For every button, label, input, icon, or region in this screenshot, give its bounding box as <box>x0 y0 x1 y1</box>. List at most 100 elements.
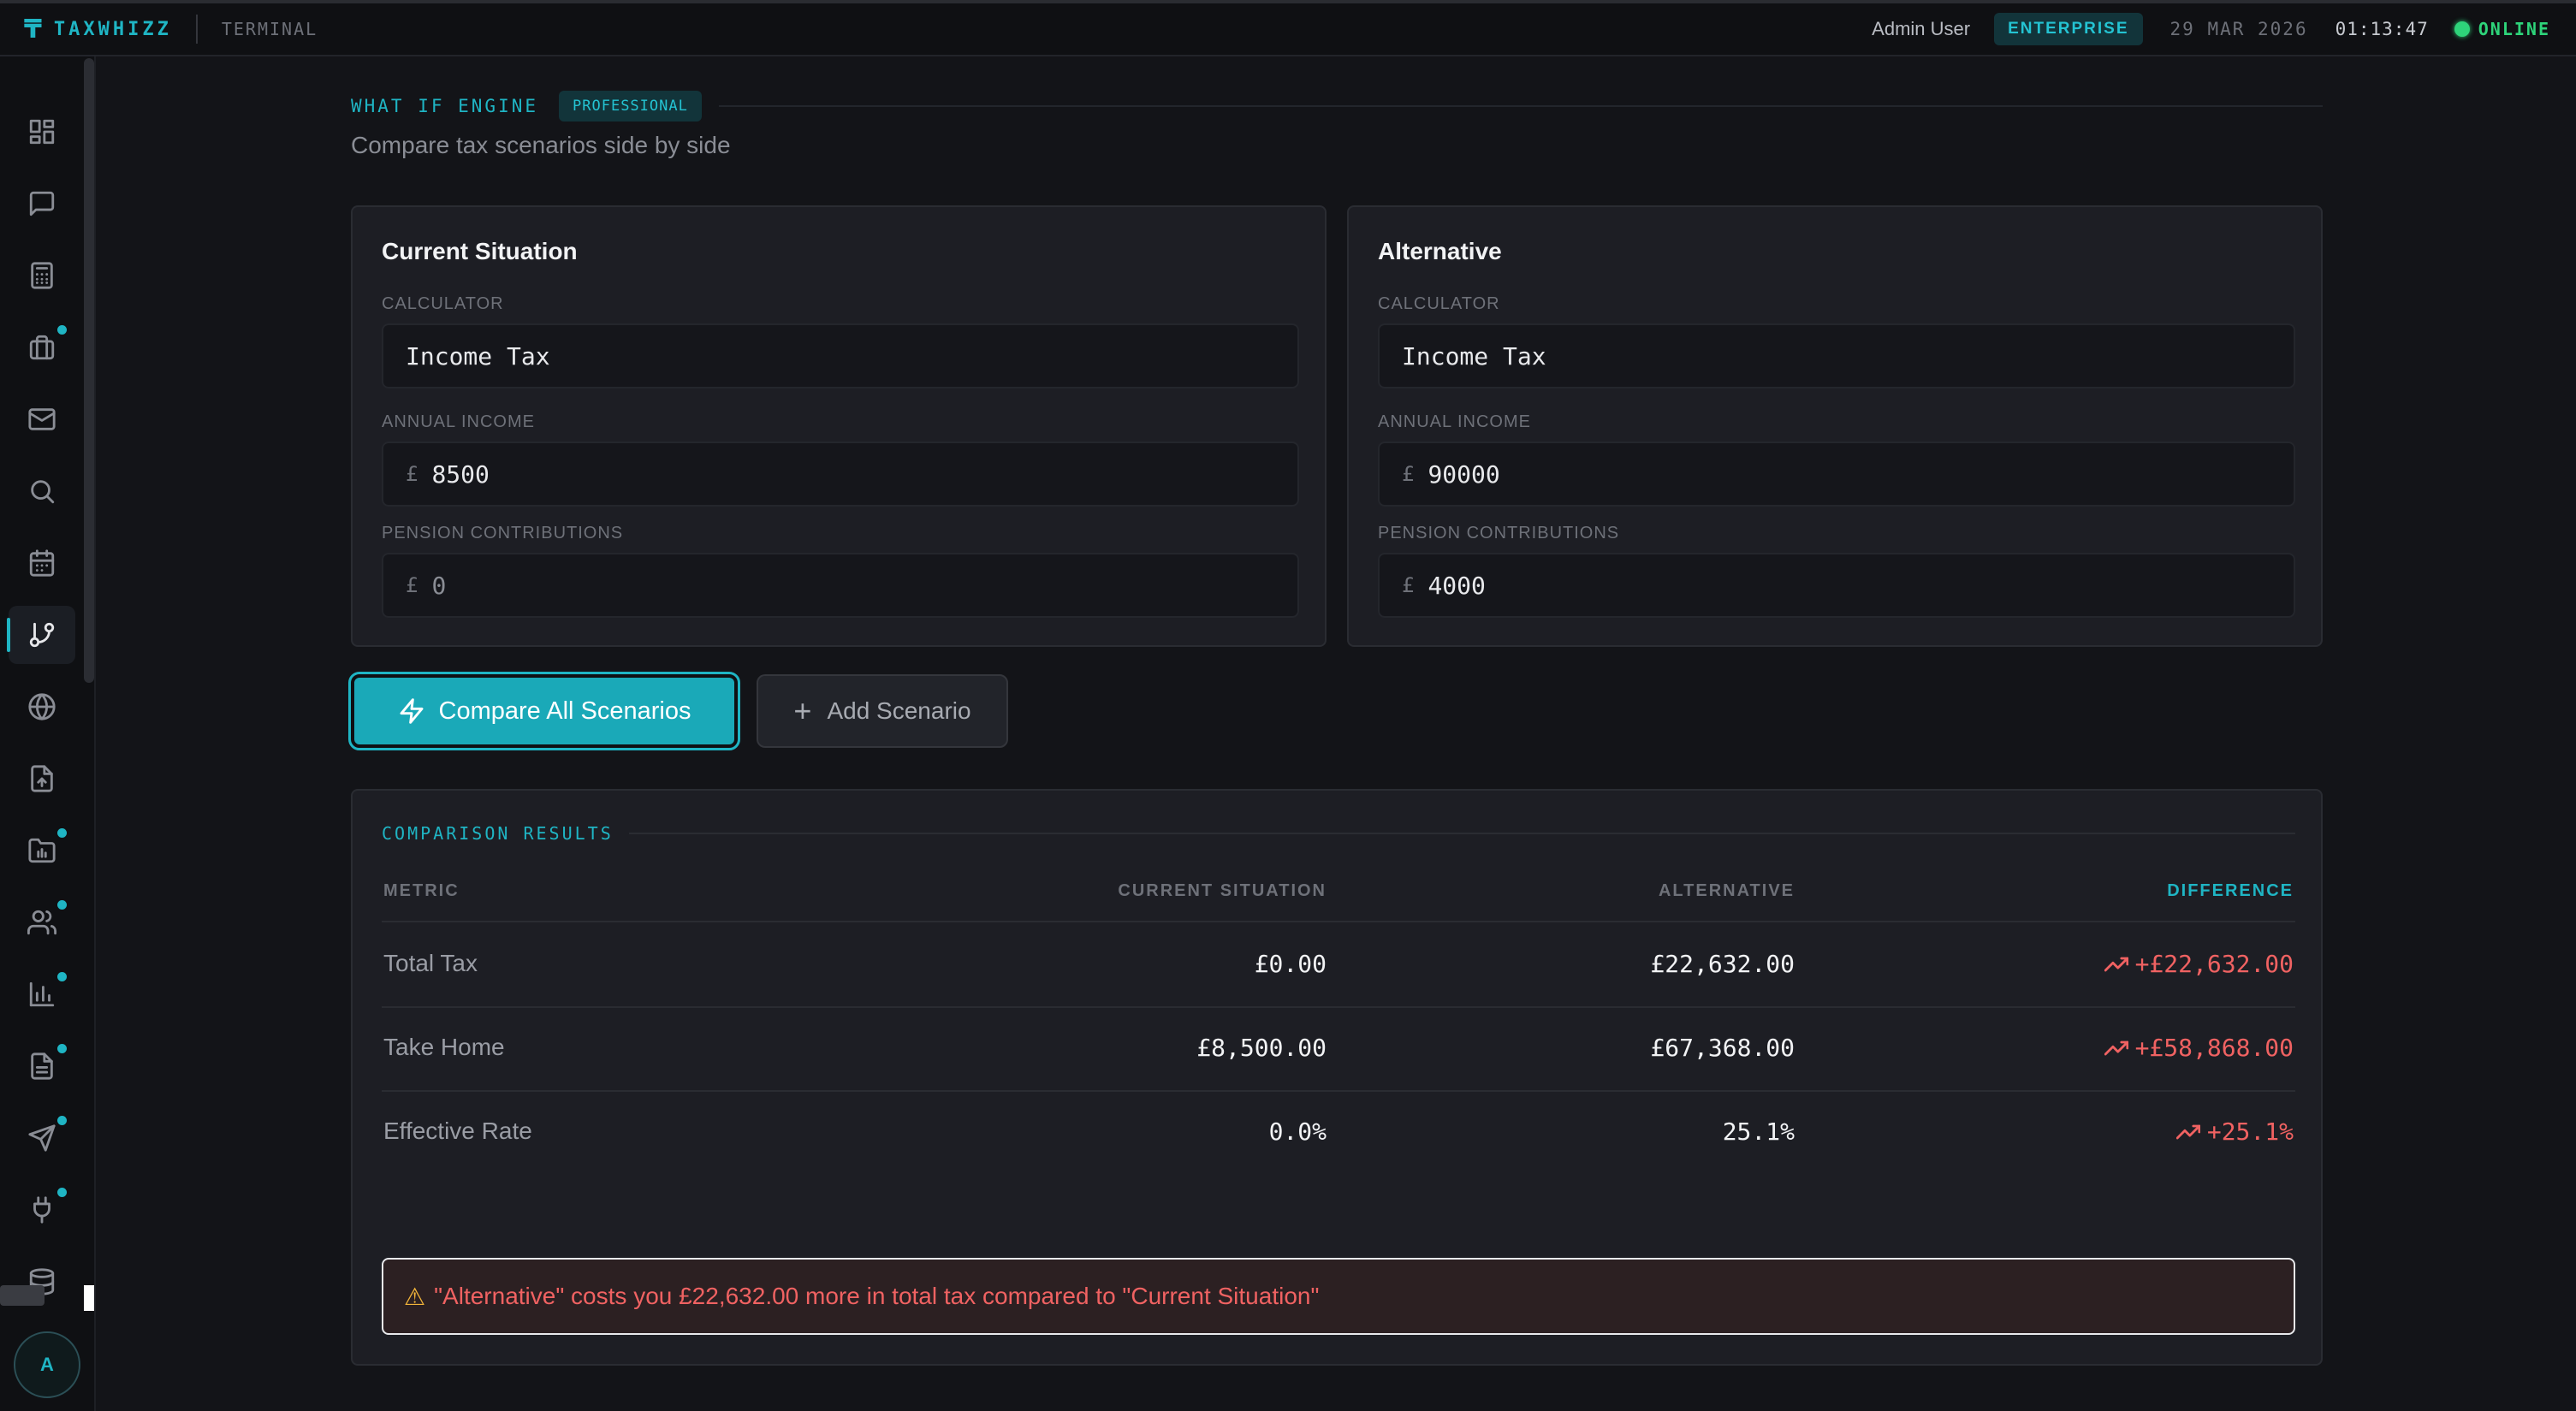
warning-icon: ⚠ <box>404 1283 426 1310</box>
sidebar-item-mail[interactable] <box>9 390 75 448</box>
add-scenario-button[interactable]: + Add Scenario <box>757 674 1008 748</box>
calculator-label: CALCULATOR <box>382 294 504 313</box>
sidebar-item-upload[interactable] <box>9 750 75 808</box>
sidebar-item-folder[interactable] <box>9 821 75 880</box>
sidebar-item-reports[interactable] <box>9 965 75 1023</box>
git-branch-icon <box>29 622 55 648</box>
sidebar-item-calculator[interactable] <box>9 246 75 305</box>
brand-name: TAXWHIZZ <box>53 18 172 40</box>
search-icon <box>31 480 55 504</box>
briefcase-icon <box>29 335 55 360</box>
calendar-icon <box>29 549 55 577</box>
currency-symbol: £ <box>1402 462 1415 486</box>
trending-up-icon <box>2104 957 2128 971</box>
results-table-header: METRIC CURRENT SITUATION ALTERNATIVE DIF… <box>382 874 2295 922</box>
scenario-card-alternative: Alternative CALCULATOR Income Tax ANNUAL… <box>1347 205 2323 647</box>
mail-icon <box>28 408 56 430</box>
metric-cell: Effective Rate <box>383 1118 532 1144</box>
notification-dot <box>57 325 67 335</box>
results-divider <box>628 833 2295 834</box>
page-subtitle: Compare tax scenarios side by side <box>351 132 731 158</box>
current-cell: £8,500.00 <box>1196 1034 1327 1062</box>
sidebar-item-globe[interactable] <box>9 678 75 736</box>
column-header-metric: METRIC <box>383 881 460 900</box>
document-icon <box>31 1052 53 1080</box>
brand-subtitle: TERMINAL <box>221 19 318 39</box>
send-icon <box>28 1124 56 1152</box>
annual-income-input[interactable]: £ 8500 <box>382 442 1299 507</box>
plus-icon: + <box>793 693 812 728</box>
difference-value: +£22,632.00 <box>2134 950 2294 978</box>
current-cell: £0.00 <box>1254 950 1327 978</box>
difference-cell: +£22,632.00 <box>2104 950 2294 978</box>
page-header: WHAT IF ENGINE PROFESSIONAL <box>351 87 2323 125</box>
metric-cell: Total Tax <box>383 950 478 976</box>
avatar[interactable]: A <box>14 1331 80 1398</box>
sidebar-item-dashboard[interactable] <box>9 103 75 161</box>
column-header-alternative: ALTERNATIVE <box>1658 881 1795 900</box>
pension-value: 0 <box>431 571 447 600</box>
calculator-select[interactable]: Income Tax <box>382 323 1299 388</box>
scenario-card-current: Current Situation CALCULATOR Income Tax … <box>351 205 1327 647</box>
table-row: Total Tax £0.00 £22,632.00 +£22,632.00 <box>382 924 2295 1008</box>
bar-chart-icon <box>29 981 55 1007</box>
difference-cell: +25.1% <box>2175 1118 2294 1146</box>
sidebar-horizontal-scrollbar[interactable] <box>0 1285 45 1306</box>
scenario-title[interactable]: Alternative <box>1378 238 1502 265</box>
trending-up-icon <box>2104 1040 2128 1055</box>
scenario-title[interactable]: Current Situation <box>382 238 578 265</box>
sidebar-item-chat[interactable] <box>9 175 75 233</box>
sidebar-scrollbar[interactable] <box>84 58 94 683</box>
brand[interactable]: ₸ TAXWHIZZ <box>24 15 172 44</box>
pension-label: PENSION CONTRIBUTIONS <box>382 524 624 542</box>
lightning-icon <box>400 698 423 724</box>
sidebar-item-users[interactable] <box>9 893 75 952</box>
currency-symbol: £ <box>1402 573 1415 597</box>
difference-value: +£58,868.00 <box>2134 1034 2294 1062</box>
notification-dot <box>57 828 67 838</box>
dashboard-icon <box>29 119 55 145</box>
notification-dot <box>57 972 67 981</box>
column-header-difference: DIFFERENCE <box>2167 881 2294 900</box>
calculator-value: Income Tax <box>406 341 550 371</box>
calculator-select[interactable]: Income Tax <box>1378 323 2295 388</box>
sidebar: A <box>0 56 96 1411</box>
difference-value: +25.1% <box>2206 1118 2294 1146</box>
pension-label: PENSION CONTRIBUTIONS <box>1378 524 1620 542</box>
chat-icon <box>29 191 55 216</box>
currency-symbol: £ <box>406 462 418 486</box>
online-label: ONLINE <box>2478 19 2550 39</box>
page-title: WHAT IF ENGINE <box>351 96 539 116</box>
results-title: COMPARISON RESULTS <box>382 823 614 844</box>
currency-symbol: £ <box>406 573 418 597</box>
trending-up-icon <box>2175 1124 2200 1139</box>
notification-dot <box>57 1188 67 1197</box>
online-status: ONLINE <box>2454 19 2550 39</box>
annual-income-value: 90000 <box>1427 459 1500 489</box>
pension-value: 4000 <box>1427 571 1486 600</box>
calculator-icon <box>31 262 53 289</box>
globe-icon <box>28 693 56 720</box>
top-bar: ₸ TAXWHIZZ TERMINAL Admin User ENTERPRIS… <box>0 0 2576 56</box>
sidebar-item-briefcase[interactable] <box>9 318 75 376</box>
brand-divider <box>195 15 198 44</box>
annual-income-input[interactable]: £ 90000 <box>1378 442 2295 507</box>
table-row: Effective Rate 0.0% 25.1% +25.1% <box>382 1092 2295 1176</box>
pension-input[interactable]: £ 4000 <box>1378 553 2295 618</box>
annual-income-value: 8500 <box>431 459 490 489</box>
sidebar-item-calendar[interactable] <box>9 534 75 592</box>
comparison-results-panel: COMPARISON RESULTS METRIC CURRENT SITUAT… <box>351 789 2323 1366</box>
pension-input[interactable]: £ 0 <box>382 553 1299 618</box>
sidebar-item-documents[interactable] <box>9 1037 75 1095</box>
user-name[interactable]: Admin User <box>1872 18 1970 40</box>
sidebar-item-send[interactable] <box>9 1109 75 1167</box>
plan-badge: ENTERPRISE <box>1994 13 2143 45</box>
sidebar-item-search[interactable] <box>9 462 75 520</box>
tax-warning-banner: ⚠ "Alternative" costs you £22,632.00 mor… <box>382 1258 2295 1335</box>
notification-dot <box>57 1116 67 1125</box>
compare-all-button[interactable]: Compare All Scenarios <box>348 672 740 750</box>
sidebar-item-what-if[interactable] <box>7 606 75 664</box>
sidebar-item-integrations[interactable] <box>9 1181 75 1239</box>
table-row: Take Home £8,500.00 £67,368.00 +£58,868.… <box>382 1008 2295 1092</box>
column-header-current: CURRENT SITUATION <box>1118 881 1327 900</box>
